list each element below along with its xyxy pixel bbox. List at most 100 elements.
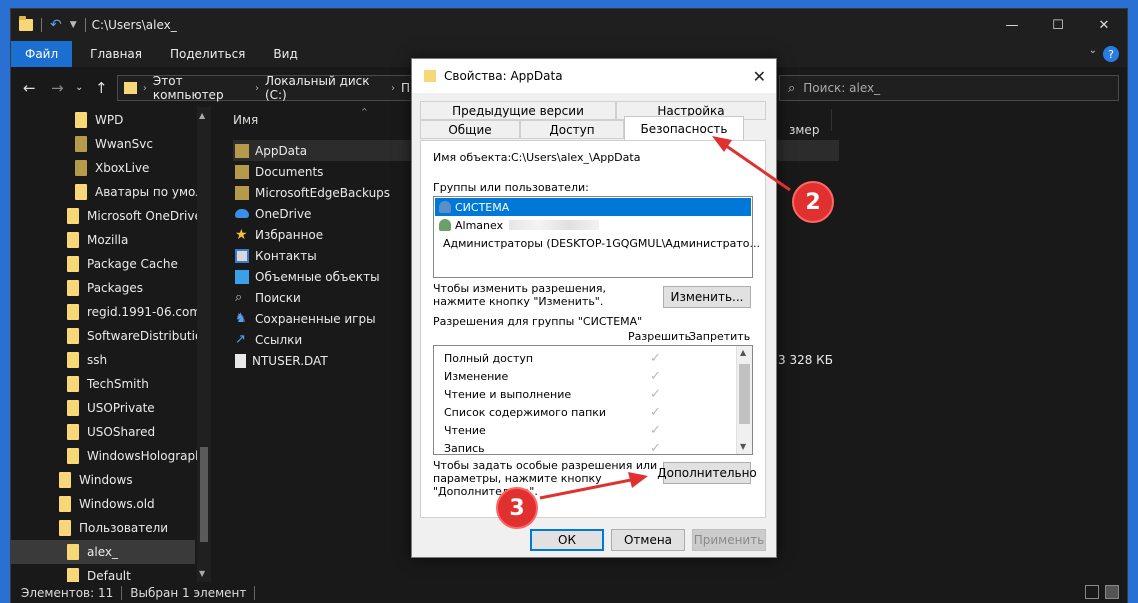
nav-scrollbar[interactable]: ▲ ▼	[197, 107, 211, 582]
up-arrow-icon[interactable]: ↑	[95, 79, 108, 97]
details-view-icon[interactable]	[1085, 585, 1099, 599]
column-divider[interactable]	[831, 109, 832, 131]
nav-item[interactable]: SoftwareDistribution	[67, 324, 210, 348]
forward-arrow-icon[interactable]: →	[51, 79, 64, 97]
onedrive-icon	[235, 209, 249, 218]
permissions-list: Полный доступ ✓ Изменение ✓ Чтение и выпол…	[433, 345, 753, 456]
user-row-admins[interactable]: Администраторы (DESKTOP-1GQGMUL\Админист…	[435, 234, 760, 252]
users-group-icon	[439, 201, 451, 213]
tab-home[interactable]: Главная	[76, 41, 156, 67]
apply-button[interactable]: Применить	[692, 529, 766, 551]
nav-item[interactable]: USOPrivate	[67, 396, 155, 420]
scroll-down-icon[interactable]: ▼	[740, 442, 746, 451]
tab-security[interactable]: Безопасность	[624, 116, 744, 140]
view-switcher	[1085, 585, 1119, 599]
user-row-almanex[interactable]: Almanex	[435, 216, 751, 234]
dialog-title-bar: Свойства: AppData ✕	[412, 59, 776, 93]
nav-item[interactable]: WindowsHolographi	[67, 444, 206, 468]
title-bar: ↶ ▼ C:\Users\alex_ — ☐ ✕	[11, 9, 1127, 41]
window-title: C:\Users\alex_	[91, 18, 177, 32]
tab-file[interactable]: Файл	[11, 41, 73, 67]
folder-icon	[67, 352, 79, 368]
scroll-thumb[interactable]	[739, 364, 750, 424]
nav-item[interactable]: Пользователи	[59, 516, 168, 540]
game-icon: ♞	[235, 310, 247, 326]
user-row-system[interactable]: СИСТЕМА	[435, 198, 751, 216]
nav-item[interactable]: TechSmith	[67, 372, 149, 396]
tab-previous-versions[interactable]: Предыдущие версии	[420, 101, 616, 120]
toolbar-divider	[84, 18, 86, 32]
advanced-button[interactable]: Дополнительно	[657, 462, 757, 484]
folder-icon	[124, 82, 137, 94]
nav-item[interactable]: Microsoft OneDrive	[67, 204, 202, 228]
nav-item[interactable]: Windows	[59, 468, 133, 492]
file-icon	[235, 353, 246, 368]
column-header-size[interactable]: змер	[789, 123, 819, 137]
tab-sharing[interactable]: Доступ	[520, 120, 624, 139]
nav-item[interactable]: Packages	[67, 276, 143, 300]
search-box[interactable]: ⌕ Поиск: alex_	[779, 75, 1119, 101]
close-icon[interactable]: ✕	[753, 67, 766, 86]
status-bar: Элементов: 11 Выбран 1 элемент	[11, 582, 1127, 603]
nav-item[interactable]: WPD	[75, 108, 123, 132]
search-input[interactable]: Поиск: alex_	[803, 81, 880, 95]
back-arrow-icon[interactable]: ←	[23, 79, 36, 97]
nav-item[interactable]: XboxLive	[75, 156, 149, 180]
breadcrumb-separator-icon: ›	[390, 82, 395, 94]
nav-item[interactable]: Default	[67, 564, 131, 582]
nav-item[interactable]: USOShared	[67, 420, 155, 444]
navigation-pane: WPD WwanSvc XboxLive Аватары по умолч Mi…	[11, 107, 211, 582]
ribbon-expand-icon[interactable]: ⌄	[1089, 45, 1097, 56]
nav-item[interactable]: Package Cache	[67, 252, 178, 276]
redacted-text	[509, 220, 600, 230]
large-icons-view-icon[interactable]	[1105, 585, 1119, 599]
nav-item[interactable]: Windows.old	[59, 492, 155, 516]
breadcrumb-users[interactable]: П	[401, 81, 410, 95]
folder-icon	[67, 448, 79, 464]
file-size: 3 328 КБ	[778, 353, 833, 367]
scroll-thumb[interactable]	[200, 447, 208, 542]
nav-item[interactable]: regid.1991-06.com.m	[67, 300, 211, 324]
column-header-name[interactable]: Имя	[233, 113, 258, 127]
breadcrumb-local-disk[interactable]: Локальный диск (C:)	[265, 74, 385, 102]
change-button[interactable]: Изменить...	[663, 286, 751, 308]
folder-icon	[235, 164, 249, 179]
tab-general[interactable]: Общие	[420, 120, 520, 139]
folder-icon	[75, 184, 87, 200]
folder-icon	[67, 232, 79, 248]
scroll-down-icon[interactable]: ▼	[199, 569, 205, 578]
folder-icon	[67, 400, 79, 416]
status-divider	[254, 586, 256, 600]
scroll-up-icon[interactable]: ▲	[199, 111, 205, 120]
tab-share[interactable]: Поделиться	[156, 41, 259, 67]
tab-view[interactable]: Вид	[259, 41, 311, 67]
permissions-scrollbar[interactable]: ▲ ▼	[736, 346, 752, 454]
recent-locations-icon[interactable]: ⌄	[75, 82, 83, 93]
ok-button[interactable]: ОК	[530, 529, 604, 551]
nav-item[interactable]: Mozilla	[67, 228, 128, 252]
users-list[interactable]: СИСТЕМА Almanex Администраторы (DESKTOP-…	[433, 196, 760, 278]
maximize-button[interactable]: ☐	[1035, 9, 1081, 41]
change-hint: нажмите кнопку "Изменить".	[433, 295, 604, 308]
cancel-button[interactable]: Отмена	[611, 529, 685, 551]
permission-row: Список содержимого папки ✓	[444, 404, 661, 420]
folder-icon	[19, 16, 33, 31]
minimize-button[interactable]: —	[989, 9, 1035, 41]
check-icon: ✓	[650, 368, 661, 384]
close-button[interactable]: ✕	[1081, 9, 1127, 41]
nav-item[interactable]: Аватары по умолч	[75, 180, 210, 204]
undo-icon[interactable]: ↶	[50, 17, 62, 33]
nav-item[interactable]: WwanSvc	[75, 132, 153, 156]
link-icon: ↗	[235, 331, 246, 347]
address-bar[interactable]: › Этот компьютер › Локальный диск (C:) ›…	[117, 74, 417, 102]
nav-item[interactable]: ssh	[67, 348, 107, 372]
folder-icon	[59, 520, 71, 536]
customize-dropdown-icon[interactable]: ▼	[70, 20, 77, 30]
breadcrumb-this-pc[interactable]: Этот компьютер	[153, 74, 249, 102]
nav-item-selected[interactable]: alex_	[11, 540, 195, 564]
scroll-up-icon[interactable]: ▲	[740, 348, 746, 357]
help-icon[interactable]: ?	[1103, 46, 1119, 62]
breadcrumb-separator-icon: ›	[254, 82, 259, 94]
folder-icon	[424, 70, 436, 82]
check-icon: ✓	[650, 440, 661, 456]
